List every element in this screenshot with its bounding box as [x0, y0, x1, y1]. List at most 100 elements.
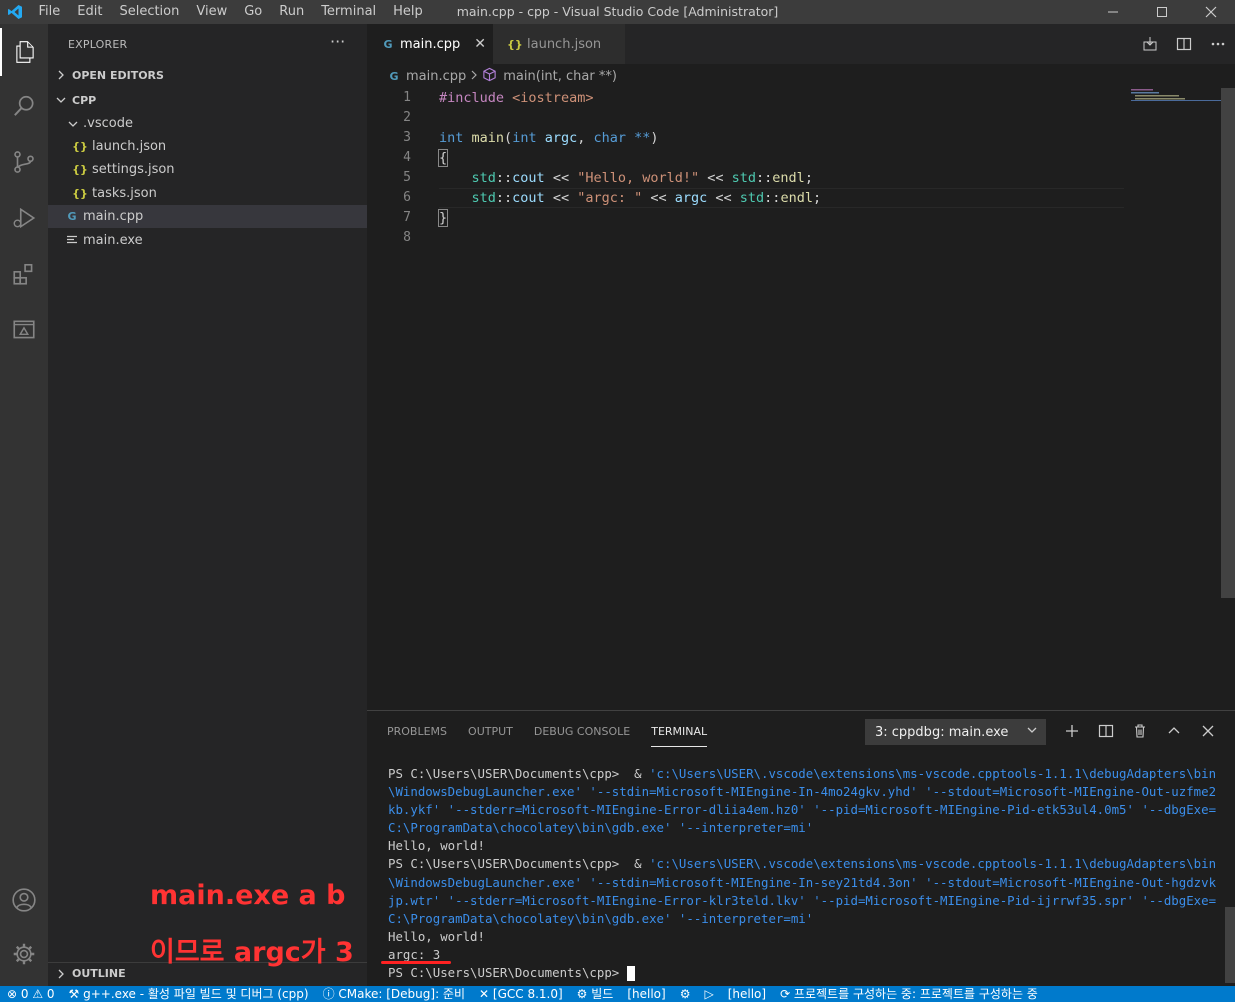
activity-manage[interactable] — [0, 930, 48, 978]
open-changes-button[interactable] — [1133, 24, 1167, 64]
open-editors-section[interactable]: OPEN EDITORS — [48, 64, 367, 86]
line-number: 4 — [403, 150, 411, 165]
activity-run-debug[interactable] — [0, 194, 48, 242]
close-window-button[interactable] — [1186, 0, 1235, 24]
gear-icon — [13, 943, 35, 965]
menu-view[interactable]: View — [188, 0, 236, 24]
kill-terminal-button[interactable] — [1123, 717, 1157, 745]
close-tab-icon[interactable]: ✕ — [474, 36, 486, 52]
status-bar: ⊗ 0 ⚠ 0 ⚒ g++.exe - 활성 파일 빌드 및 디버그 (cpp)… — [0, 986, 1235, 1002]
run-debug-icon — [13, 207, 36, 229]
activity-explorer[interactable] — [0, 28, 48, 76]
tab-debug-console[interactable]: DEBUG CONSOLE — [534, 723, 630, 747]
terminal-output[interactable]: PS C:\Users\USER\Documents\cpp> & 'c:\Us… — [388, 765, 1218, 982]
menu-edit[interactable]: Edit — [69, 0, 111, 24]
trash-icon — [1135, 724, 1145, 738]
activity-search[interactable] — [0, 82, 48, 130]
minimize-button[interactable] — [1088, 0, 1137, 24]
tab-main-cpp[interactable]: G main.cpp ✕ — [367, 24, 493, 64]
minimap[interactable] — [1131, 88, 1221, 102]
tree-item-vscode-folder[interactable]: .vscode — [48, 112, 367, 135]
tab-output[interactable]: OUTPUT — [468, 723, 513, 747]
code-editor[interactable]: 1 2 3 4 5 6 7 8 #include <iostream> int … — [367, 88, 1235, 710]
maximize-button[interactable] — [1137, 0, 1186, 24]
remote-explorer-icon — [13, 320, 35, 339]
status-cmake[interactable]: ⓘ CMake: [Debug]: 준비 — [316, 986, 472, 1002]
tree-item-main-cpp[interactable]: G main.cpp — [48, 205, 367, 228]
minimize-icon — [1107, 11, 1118, 13]
file-label: main.cpp — [83, 209, 144, 224]
panel-actions — [1055, 717, 1225, 745]
status-target-2[interactable]: [hello] — [721, 986, 773, 1002]
exe-file-icon — [63, 234, 81, 248]
chevron-down-icon — [54, 93, 68, 107]
status-build[interactable]: ⚙ 빌드 — [570, 986, 621, 1002]
panel-tabs: PROBLEMS OUTPUT DEBUG CONSOLE TERMINAL — [387, 723, 728, 747]
json-file-icon: {} — [72, 187, 88, 200]
more-actions-button[interactable] — [1201, 24, 1235, 64]
menu-help[interactable]: Help — [385, 0, 432, 24]
tree-item-tasks-json[interactable]: {} tasks.json — [48, 182, 367, 205]
cpp-folder-section[interactable]: CPP — [48, 89, 367, 111]
activity-extensions[interactable] — [0, 250, 48, 298]
file-label: launch.json — [92, 139, 167, 154]
open-editors-label: OPEN EDITORS — [72, 68, 164, 82]
menu-go[interactable]: Go — [236, 0, 271, 24]
terminal-select[interactable]: 3: cppdbg: main.exe — [865, 719, 1046, 745]
status-kit[interactable]: ✕ [GCC 8.1.0] — [472, 986, 570, 1002]
tree-item-main-exe[interactable]: main.exe — [48, 229, 367, 252]
search-icon — [14, 95, 34, 116]
tab-terminal[interactable]: TERMINAL — [651, 723, 708, 747]
terminal-prompt: PS C:\Users\USER\Documents\cpp> & — [388, 766, 650, 781]
activity-source-control[interactable] — [0, 138, 48, 186]
menu-run[interactable]: Run — [271, 0, 313, 24]
close-panel-button[interactable] — [1191, 717, 1225, 745]
status-debug-gear[interactable]: ⚙ — [673, 986, 698, 1002]
editor-scrollbar[interactable] — [1221, 88, 1235, 598]
terminal-output-line: Hello, world! — [388, 928, 485, 944]
status-configuring[interactable]: ⟳ 프로젝트를 구성하는 중: 프로젝트를 구성하는 중 — [773, 986, 1045, 1002]
status-run[interactable]: ▷ — [697, 986, 720, 1002]
window-controls — [1088, 0, 1235, 24]
cpp-file-icon: G — [389, 69, 399, 83]
code-line-1: #include <iostream> — [439, 90, 594, 106]
vscode-logo-icon — [0, 0, 30, 24]
activity-remote-explorer[interactable] — [0, 306, 48, 354]
status-target-1[interactable]: [hello] — [620, 986, 672, 1002]
file-label: main.exe — [83, 233, 143, 248]
menu-file[interactable]: File — [30, 0, 69, 24]
status-problems[interactable]: ⊗ 0 ⚠ 0 — [0, 986, 62, 1002]
explorer-sidebar: EXPLORER ··· OPEN EDITORS CPP .vscode {}… — [48, 24, 367, 986]
tab-problems[interactable]: PROBLEMS — [387, 723, 447, 747]
annotation-line-1: main.exe a b — [150, 880, 346, 911]
code-line-6: std::cout << "argc: " << argc << std::en… — [471, 190, 822, 206]
cpp-folder-label: CPP — [72, 93, 97, 107]
breadcrumb-symbol[interactable]: main(int, char **) — [503, 69, 617, 84]
line-number: 3 — [403, 130, 411, 145]
split-terminal-button[interactable] — [1089, 717, 1123, 745]
status-build-task[interactable]: ⚒ g++.exe - 활성 파일 빌드 및 디버그 (cpp) — [62, 986, 316, 1002]
explorer-more-actions[interactable]: ··· — [330, 32, 345, 51]
maximize-panel-button[interactable] — [1157, 717, 1191, 745]
menu-bar: File Edit Selection View Go Run Terminal… — [30, 0, 431, 24]
activity-accounts[interactable] — [0, 876, 48, 924]
terminal-scrollbar[interactable] — [1225, 907, 1235, 983]
tree-item-launch-json[interactable]: {} launch.json — [48, 135, 367, 158]
menu-selection[interactable]: Selection — [111, 0, 188, 24]
close-icon — [1202, 725, 1214, 737]
line-number: 2 — [403, 110, 411, 125]
account-icon — [12, 888, 36, 912]
code-line-5: std::cout << "Hello, world!" << std::end… — [471, 170, 813, 186]
chevron-down-icon — [66, 117, 80, 131]
new-terminal-button[interactable] — [1055, 717, 1089, 745]
line-number: 8 — [403, 230, 411, 245]
maximize-icon — [1156, 7, 1167, 17]
tree-item-settings-json[interactable]: {} settings.json — [48, 158, 367, 181]
terminal-prompt: PS C:\Users\USER\Documents\cpp> — [388, 965, 627, 981]
chevron-down-icon — [1026, 724, 1038, 740]
line-number: 1 — [403, 90, 411, 105]
menu-terminal[interactable]: Terminal — [313, 0, 385, 24]
tab-launch-json[interactable]: {} launch.json — [493, 24, 625, 64]
split-editor-button[interactable] — [1167, 24, 1201, 64]
breadcrumb-file[interactable]: main.cpp — [406, 69, 466, 84]
